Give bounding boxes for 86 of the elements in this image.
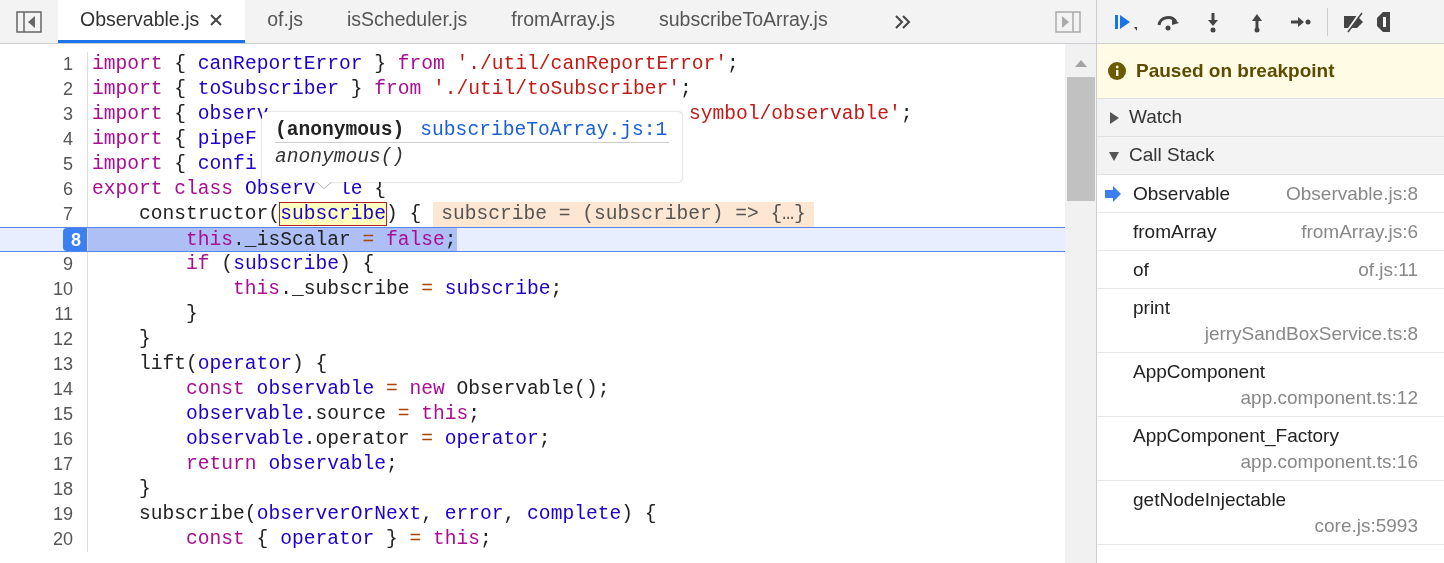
call-frame[interactable]: getNodeInjectable core.js:5993	[1097, 481, 1444, 545]
function-name: (anonymous)	[275, 118, 405, 142]
frame-name: AppComponent	[1133, 359, 1267, 384]
call-frame[interactable]: print jerrySandBoxService.ts:8	[1097, 289, 1444, 353]
line-number[interactable]: 9	[55, 252, 79, 277]
tab-label: of.js	[267, 7, 303, 33]
code-line: const { operator } = this;	[185, 527, 492, 552]
code-line: lift(operator) {	[138, 352, 328, 377]
file-tab[interactable]: of.js	[245, 0, 325, 43]
call-frame[interactable]: of of.js:11	[1097, 251, 1444, 289]
collapsed-triangle-icon	[1109, 111, 1119, 124]
info-icon	[1108, 62, 1126, 80]
source-link[interactable]: subscribeToArray.js:1	[420, 118, 668, 142]
line-number[interactable]: 2	[55, 77, 79, 102]
section-title: Call Stack	[1129, 143, 1215, 168]
tab-label: isScheduler.js	[347, 7, 468, 33]
tab-label: subscribeToArray.js	[658, 7, 828, 33]
file-tab[interactable]: subscribeToArray.js	[636, 0, 850, 43]
scrollbar-thumb[interactable]	[1066, 77, 1095, 201]
code-line: return observable;	[185, 452, 398, 477]
code-line: import { confi	[91, 152, 257, 177]
line-number[interactable]: 3	[55, 102, 79, 127]
code-line: symbol/observable';	[689, 102, 913, 127]
frame-name: getNodeInjectable	[1133, 487, 1288, 512]
frame-location: Observable.js:8	[1286, 181, 1418, 206]
line-number[interactable]: 19	[44, 502, 79, 527]
code-line: import { toSubscriber } from './util/toSubscriber';	[91, 77, 692, 102]
section-title: Watch	[1129, 105, 1183, 130]
banner-text: Paused on breakpoint	[1136, 58, 1335, 83]
call-frame[interactable]: AppComponent app.component.ts:12	[1097, 353, 1444, 417]
section-header[interactable]: Call Stack	[1097, 137, 1444, 175]
frame-name: Observable	[1133, 181, 1231, 206]
close-icon[interactable]	[209, 13, 224, 27]
line-number[interactable]: 1	[55, 52, 79, 77]
frame-location: app.component.ts:12	[1240, 385, 1418, 410]
code-line: observable.source = this;	[185, 402, 481, 427]
line-number[interactable]: 7	[55, 202, 79, 227]
line-number[interactable]: 17	[44, 452, 79, 477]
frame-name: of	[1133, 257, 1149, 282]
line-number[interactable]: 15	[44, 402, 79, 427]
code-line: import { pipeF	[91, 127, 257, 152]
code-line: }	[185, 302, 198, 327]
line-number[interactable]: 5	[55, 152, 79, 177]
code-line: this._subscribe = subscribe;	[232, 277, 563, 302]
line-number[interactable]: 10	[44, 277, 79, 302]
code-line: }	[138, 327, 151, 352]
line-number[interactable]: 4	[55, 127, 79, 152]
code-line: import { canReportError } from './util/canReportError';	[91, 52, 739, 77]
frame-location: of.js:11	[1358, 257, 1418, 282]
tab-label: fromArray.js	[511, 7, 615, 33]
line-number[interactable]: 20	[44, 527, 79, 552]
frame-location: jerrySandBoxService.ts:8	[1204, 321, 1418, 346]
expanded-triangle-icon	[1109, 149, 1119, 162]
line-number[interactable]: 16	[44, 427, 79, 452]
code-line: observable.operator = operator;	[185, 427, 551, 452]
line-number[interactable]: 6	[55, 177, 79, 202]
line-number[interactable]: 14	[44, 377, 79, 402]
code-line: import { observ	[91, 102, 269, 127]
scrollbar[interactable]	[1065, 44, 1096, 563]
code-line: const observable = new Observable();	[185, 377, 610, 402]
line-number[interactable]: 11	[46, 302, 79, 327]
code-line: if (subscribe) {	[185, 252, 375, 277]
code-line: }	[138, 477, 151, 502]
frame-name: fromArray	[1133, 219, 1217, 244]
inline-value: subscribe = (subscriber) => {…}	[433, 202, 814, 227]
code-line: export class Observ	[91, 177, 316, 202]
line-number[interactable]: 8	[63, 228, 87, 251]
frame-location: fromArray.js:6	[1301, 219, 1418, 244]
tab-label: Observable.js	[80, 7, 200, 33]
file-tab[interactable]: Observable.js	[58, 0, 246, 43]
frame-name: AppComponent_Factory	[1133, 423, 1340, 449]
call-frame[interactable]: Observable Observable.js:8	[1097, 175, 1444, 213]
call-frame[interactable]: AppComponent_Factory app.component.ts:16	[1097, 417, 1444, 481]
file-tab[interactable]: isScheduler.js	[325, 0, 490, 43]
function-signature: anonymous()	[275, 145, 406, 169]
line-number[interactable]: 13	[44, 352, 79, 377]
code-line: subscribe(observerOrNext, error, complete) {	[138, 502, 657, 527]
file-tab[interactable]: fromArray.js	[489, 0, 637, 43]
section-header[interactable]: Watch	[1097, 99, 1444, 137]
frame-location: app.component.ts:16	[1240, 449, 1418, 474]
frame-name: print	[1133, 295, 1171, 320]
line-number[interactable]: 18	[44, 477, 79, 502]
frame-location: core.js:5993	[1314, 513, 1418, 538]
code-line: constructor(subscribe) {	[138, 202, 422, 227]
line-number[interactable]: 12	[44, 327, 79, 352]
call-frame[interactable]: fromArray fromArray.js:6	[1097, 213, 1444, 251]
